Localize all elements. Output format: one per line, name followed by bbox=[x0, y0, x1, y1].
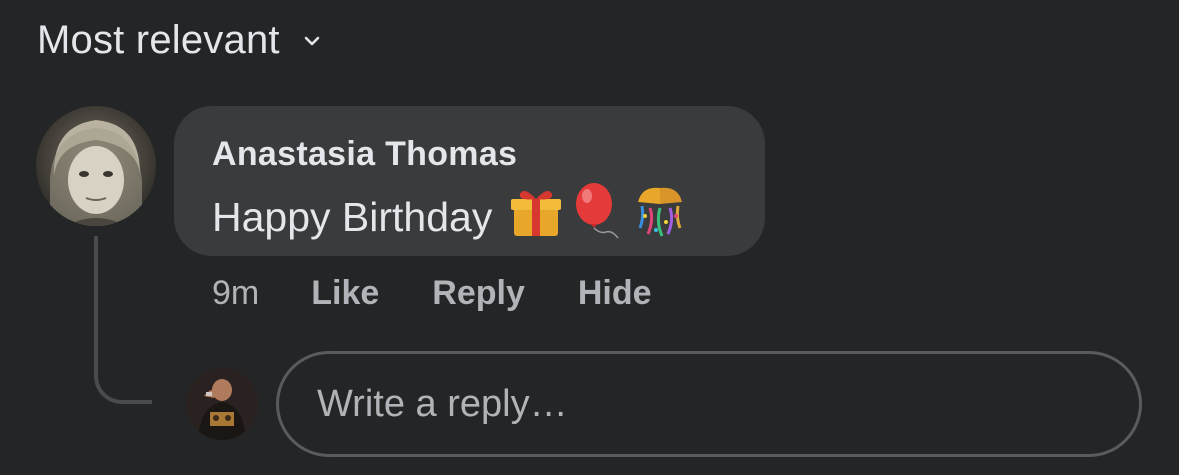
comment-text: Happy Birthday bbox=[212, 194, 493, 240]
gift-icon bbox=[508, 184, 564, 250]
reply-input[interactable] bbox=[315, 381, 1109, 427]
comments-section: Most relevant Anastasia Thomas Happy Bir… bbox=[0, 0, 1179, 475]
comment-author[interactable]: Anastasia Thomas bbox=[212, 134, 765, 174]
chevron-down-icon bbox=[302, 31, 322, 51]
comment-body: Happy Birthday bbox=[212, 182, 765, 252]
confetti-ball-icon bbox=[628, 182, 692, 252]
comment-timestamp[interactable]: 9m bbox=[212, 274, 259, 313]
comment-actions: 9m Like Reply Hide bbox=[212, 274, 705, 313]
thread-connector-line bbox=[94, 236, 152, 404]
current-user-avatar[interactable] bbox=[186, 368, 258, 440]
emoji-group bbox=[508, 182, 692, 252]
avatar[interactable] bbox=[36, 106, 156, 226]
like-button[interactable]: Like bbox=[311, 274, 379, 313]
hide-button[interactable]: Hide bbox=[578, 274, 652, 313]
reply-button[interactable]: Reply bbox=[432, 274, 525, 313]
sort-label: Most relevant bbox=[37, 18, 280, 62]
comment-bubble: Anastasia Thomas Happy Birthday bbox=[174, 106, 765, 256]
balloon-icon bbox=[570, 182, 622, 252]
reply-composer[interactable] bbox=[276, 351, 1142, 457]
sort-dropdown[interactable]: Most relevant bbox=[37, 18, 322, 63]
